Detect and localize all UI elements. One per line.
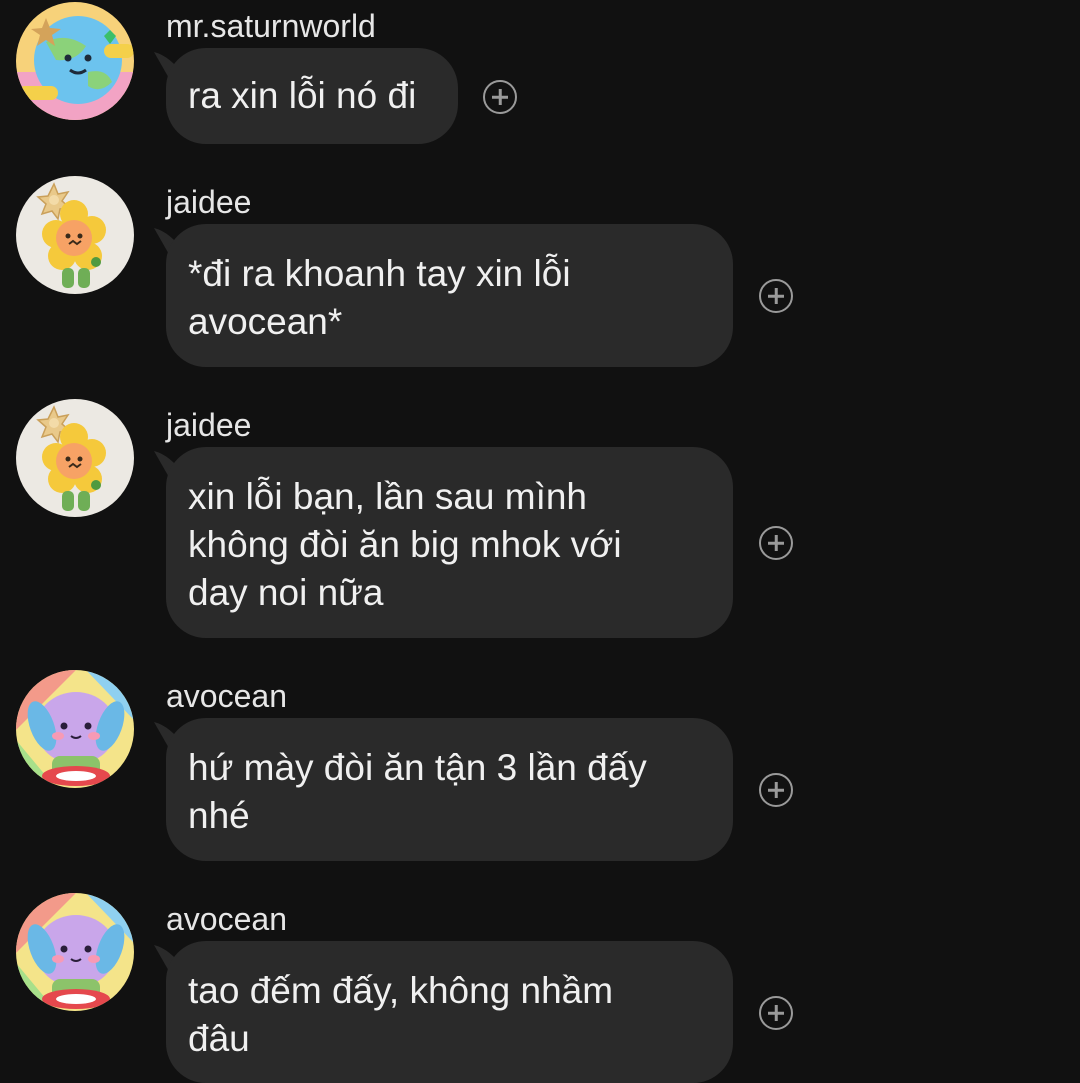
message-bubble[interactable]: *đi ra khoanh tay xin lỗi avocean* [166, 224, 733, 367]
flower-cookie-avatar-icon[interactable] [16, 176, 134, 294]
message-text: xin lỗi bạn, lần sau mình [188, 476, 588, 517]
add-reaction-icon[interactable] [483, 80, 517, 114]
message-text: nhé [188, 795, 250, 836]
message-bubble[interactable]: hứ mày đòi ăn tận 3 lần đấy nhé [166, 718, 733, 861]
message-text: *đi ra khoanh tay xin lỗi [188, 253, 571, 294]
add-reaction-icon[interactable] [759, 996, 793, 1030]
sender-name: jaidee [166, 184, 252, 220]
message-text: day noi nữa [188, 572, 384, 613]
message-text: ra xin lỗi nó đi [188, 75, 417, 116]
add-reaction-icon[interactable] [759, 526, 793, 560]
add-reaction-icon[interactable] [759, 279, 793, 313]
message-text: avocean* [188, 301, 343, 342]
message-text: đâu [188, 1018, 250, 1059]
earth-character-avatar-icon[interactable] [16, 2, 134, 120]
purple-bunny-avatar-icon[interactable] [16, 893, 134, 1011]
add-reaction-icon[interactable] [759, 773, 793, 807]
message-text: tao đếm đấy, không nhầm [188, 970, 614, 1011]
sender-name: mr.saturnworld [166, 8, 376, 44]
sender-name: avocean [166, 678, 287, 714]
flower-cookie-avatar-icon[interactable] [16, 399, 134, 517]
message-bubble[interactable]: xin lỗi bạn, lần sau mình không đòi ăn b… [166, 447, 733, 638]
sender-name: avocean [166, 901, 287, 937]
message-bubble[interactable]: tao đếm đấy, không nhầm đâu [166, 941, 733, 1083]
message-text: hứ mày đòi ăn tận 3 lần đấy [188, 747, 647, 788]
sender-name: jaidee [166, 407, 252, 443]
message-bubble[interactable]: ra xin lỗi nó đi [166, 48, 458, 144]
message-text: không đòi ăn big mhok với [188, 524, 622, 565]
purple-bunny-avatar-icon[interactable] [16, 670, 134, 788]
